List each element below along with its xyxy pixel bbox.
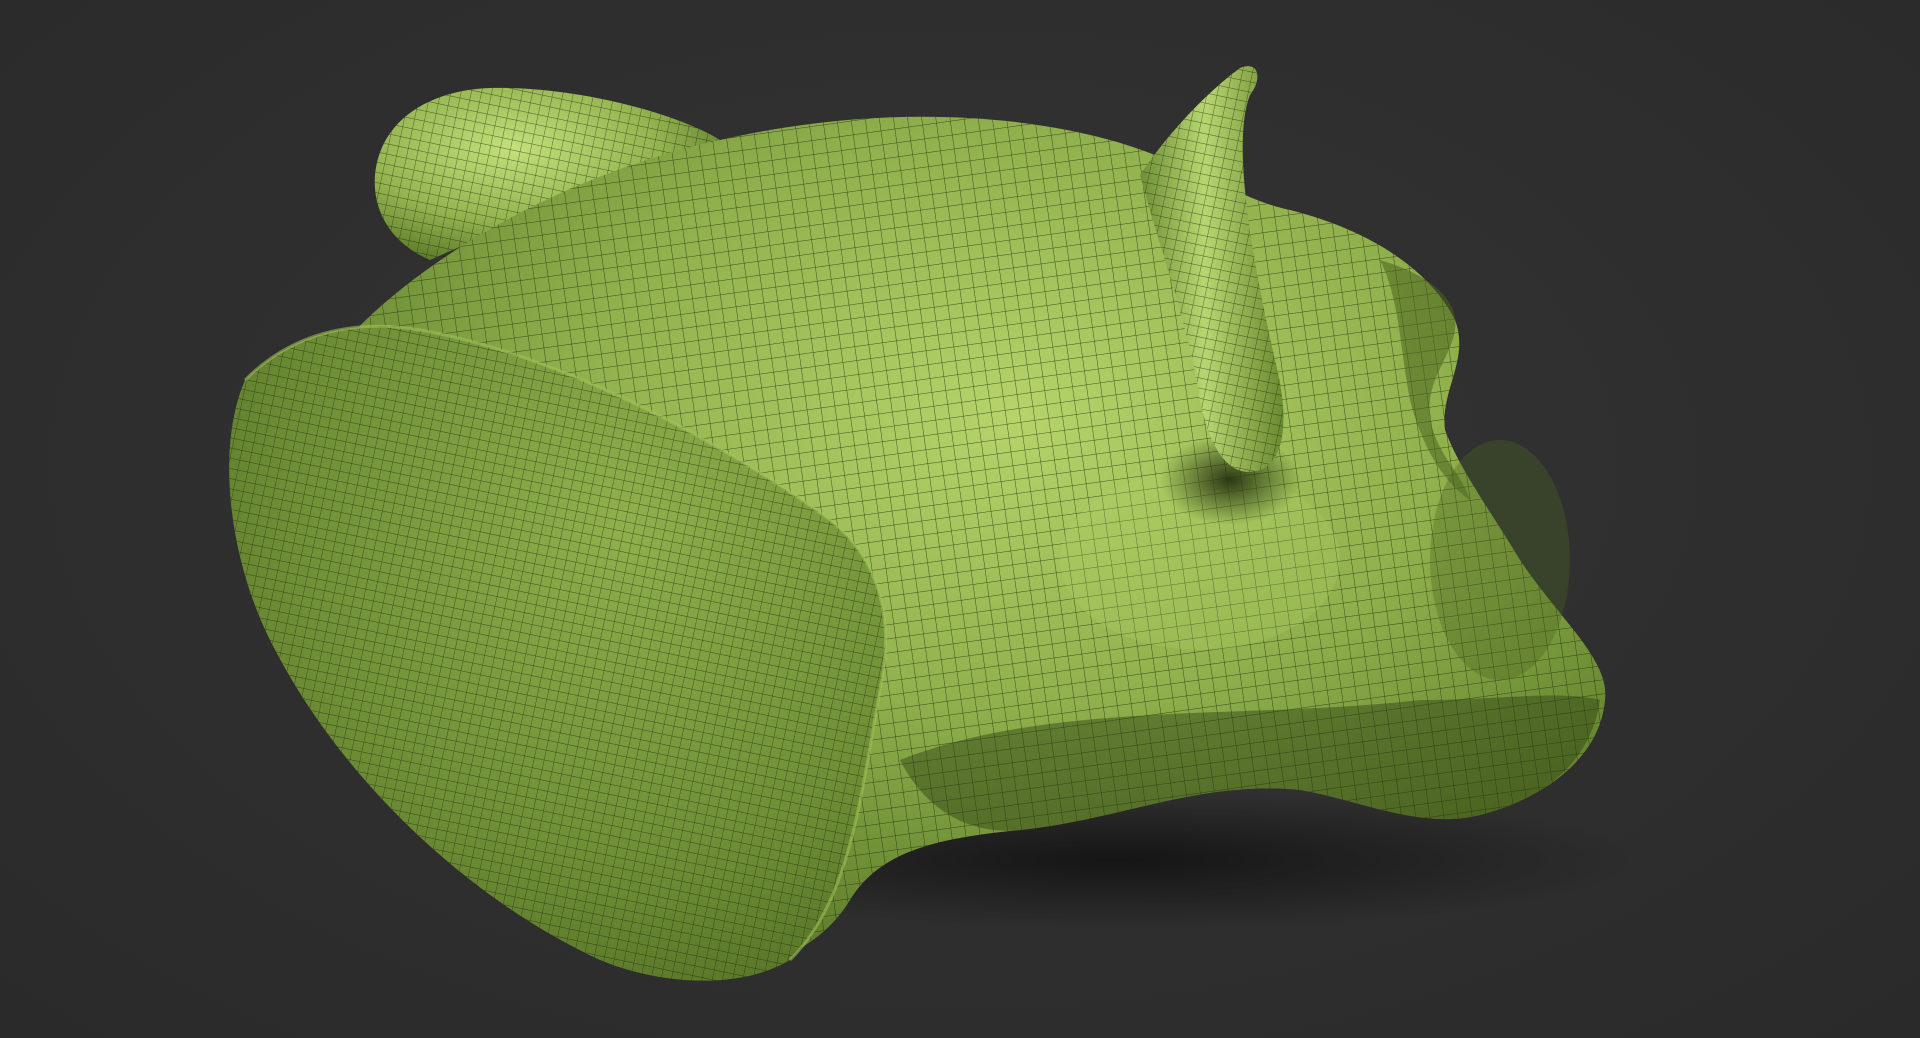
3d-viewport[interactable] bbox=[0, 0, 1920, 1038]
sculpt-model-canvas[interactable] bbox=[0, 0, 1920, 1038]
